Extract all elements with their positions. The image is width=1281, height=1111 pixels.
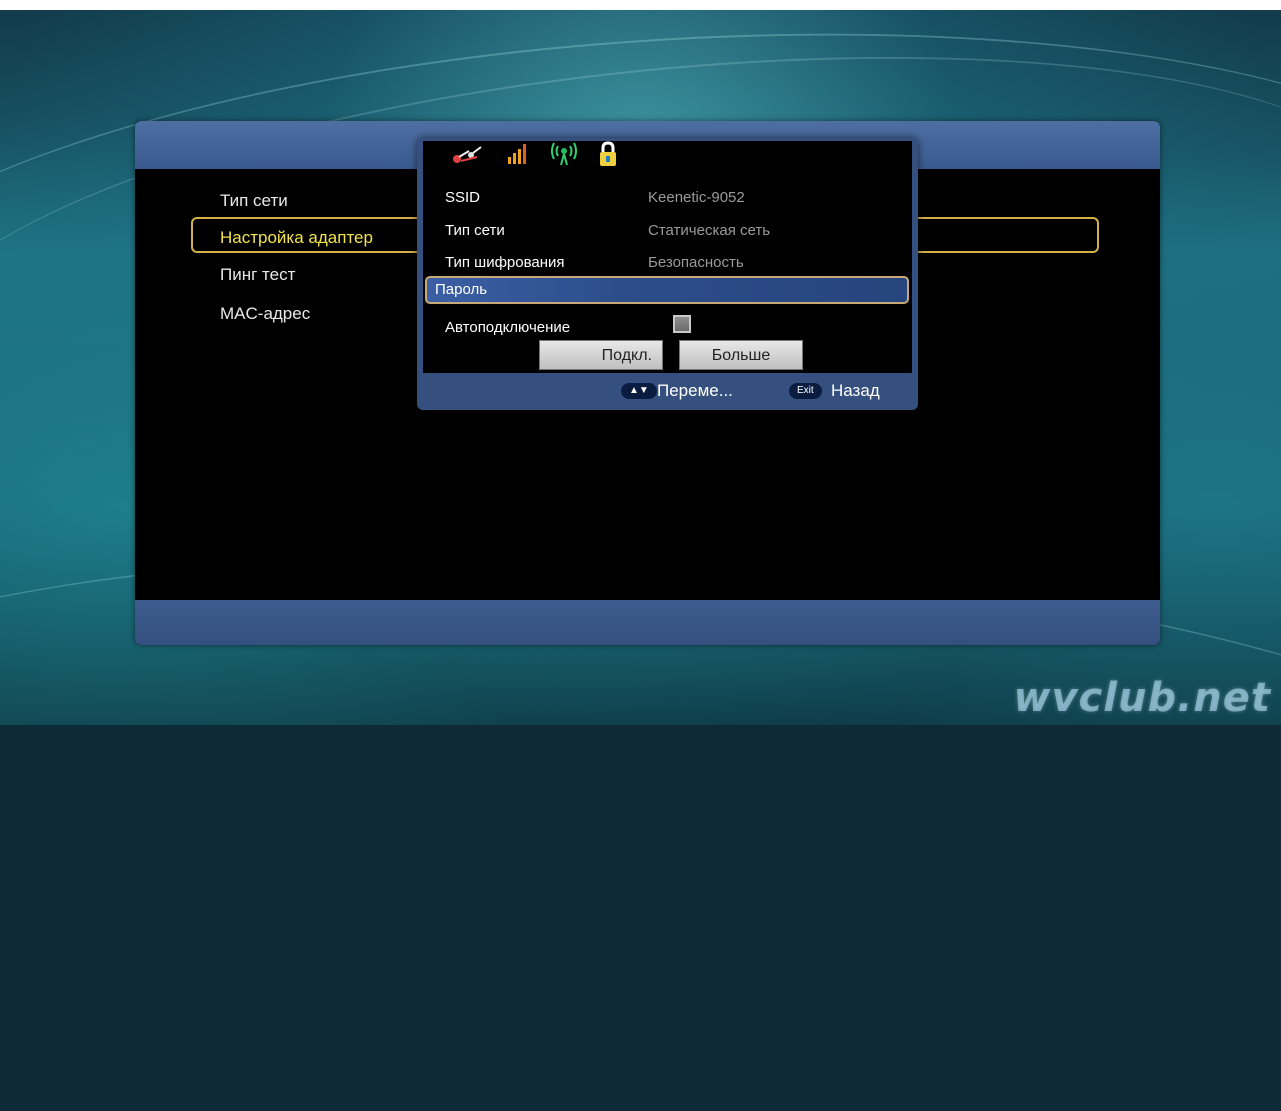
status-icons [451,140,617,176]
top-border [0,0,1281,10]
signal-strength-icon [507,143,529,174]
exit-key-icon: Exit [789,383,822,399]
menu-item-ping-test[interactable]: Пинг тест [220,265,295,285]
password-label: Пароль [435,281,488,298]
menu-item-adapter-settings[interactable]: Настройка адаптер [220,228,373,248]
wifi-connect-dialog: SSID Keenetic-9052 Тип сети Статическая … [417,138,918,410]
menu-item-network-type[interactable]: Тип сети [220,191,288,211]
ssid-label: SSID [445,189,481,206]
dialog-body: SSID Keenetic-9052 Тип сети Статическая … [423,140,912,373]
autoconnect-label: Автоподключение [445,319,571,336]
menu-item-mac-address[interactable]: MAC-адрес [220,304,310,324]
satellite-icon [451,143,485,174]
more-button[interactable]: Больше [679,340,803,370]
move-hint: Переме... [657,381,733,400]
arrow-keys-icon: ▲▼ [621,383,657,399]
network-type-value[interactable]: Статическая сеть [648,222,770,239]
encryption-type-value[interactable]: Безопасность [648,254,744,271]
network-type-label: Тип сети [445,222,505,239]
dialog-hints: ▲▼ Переме... Exit Назад [417,374,918,410]
panel-footer [135,600,1160,645]
lock-icon [599,140,617,176]
password-field[interactable]: Пароль [425,276,909,304]
ssid-value[interactable]: Keenetic-9052 [648,189,745,206]
connect-button[interactable]: Подкл. [539,340,663,370]
autoconnect-checkbox[interactable] [673,315,691,333]
encryption-type-label: Тип шифрования [445,254,565,271]
site-watermark: wvclub.net [1013,675,1271,721]
back-hint[interactable]: Назад [831,381,880,401]
wifi-antenna-icon [551,142,577,175]
